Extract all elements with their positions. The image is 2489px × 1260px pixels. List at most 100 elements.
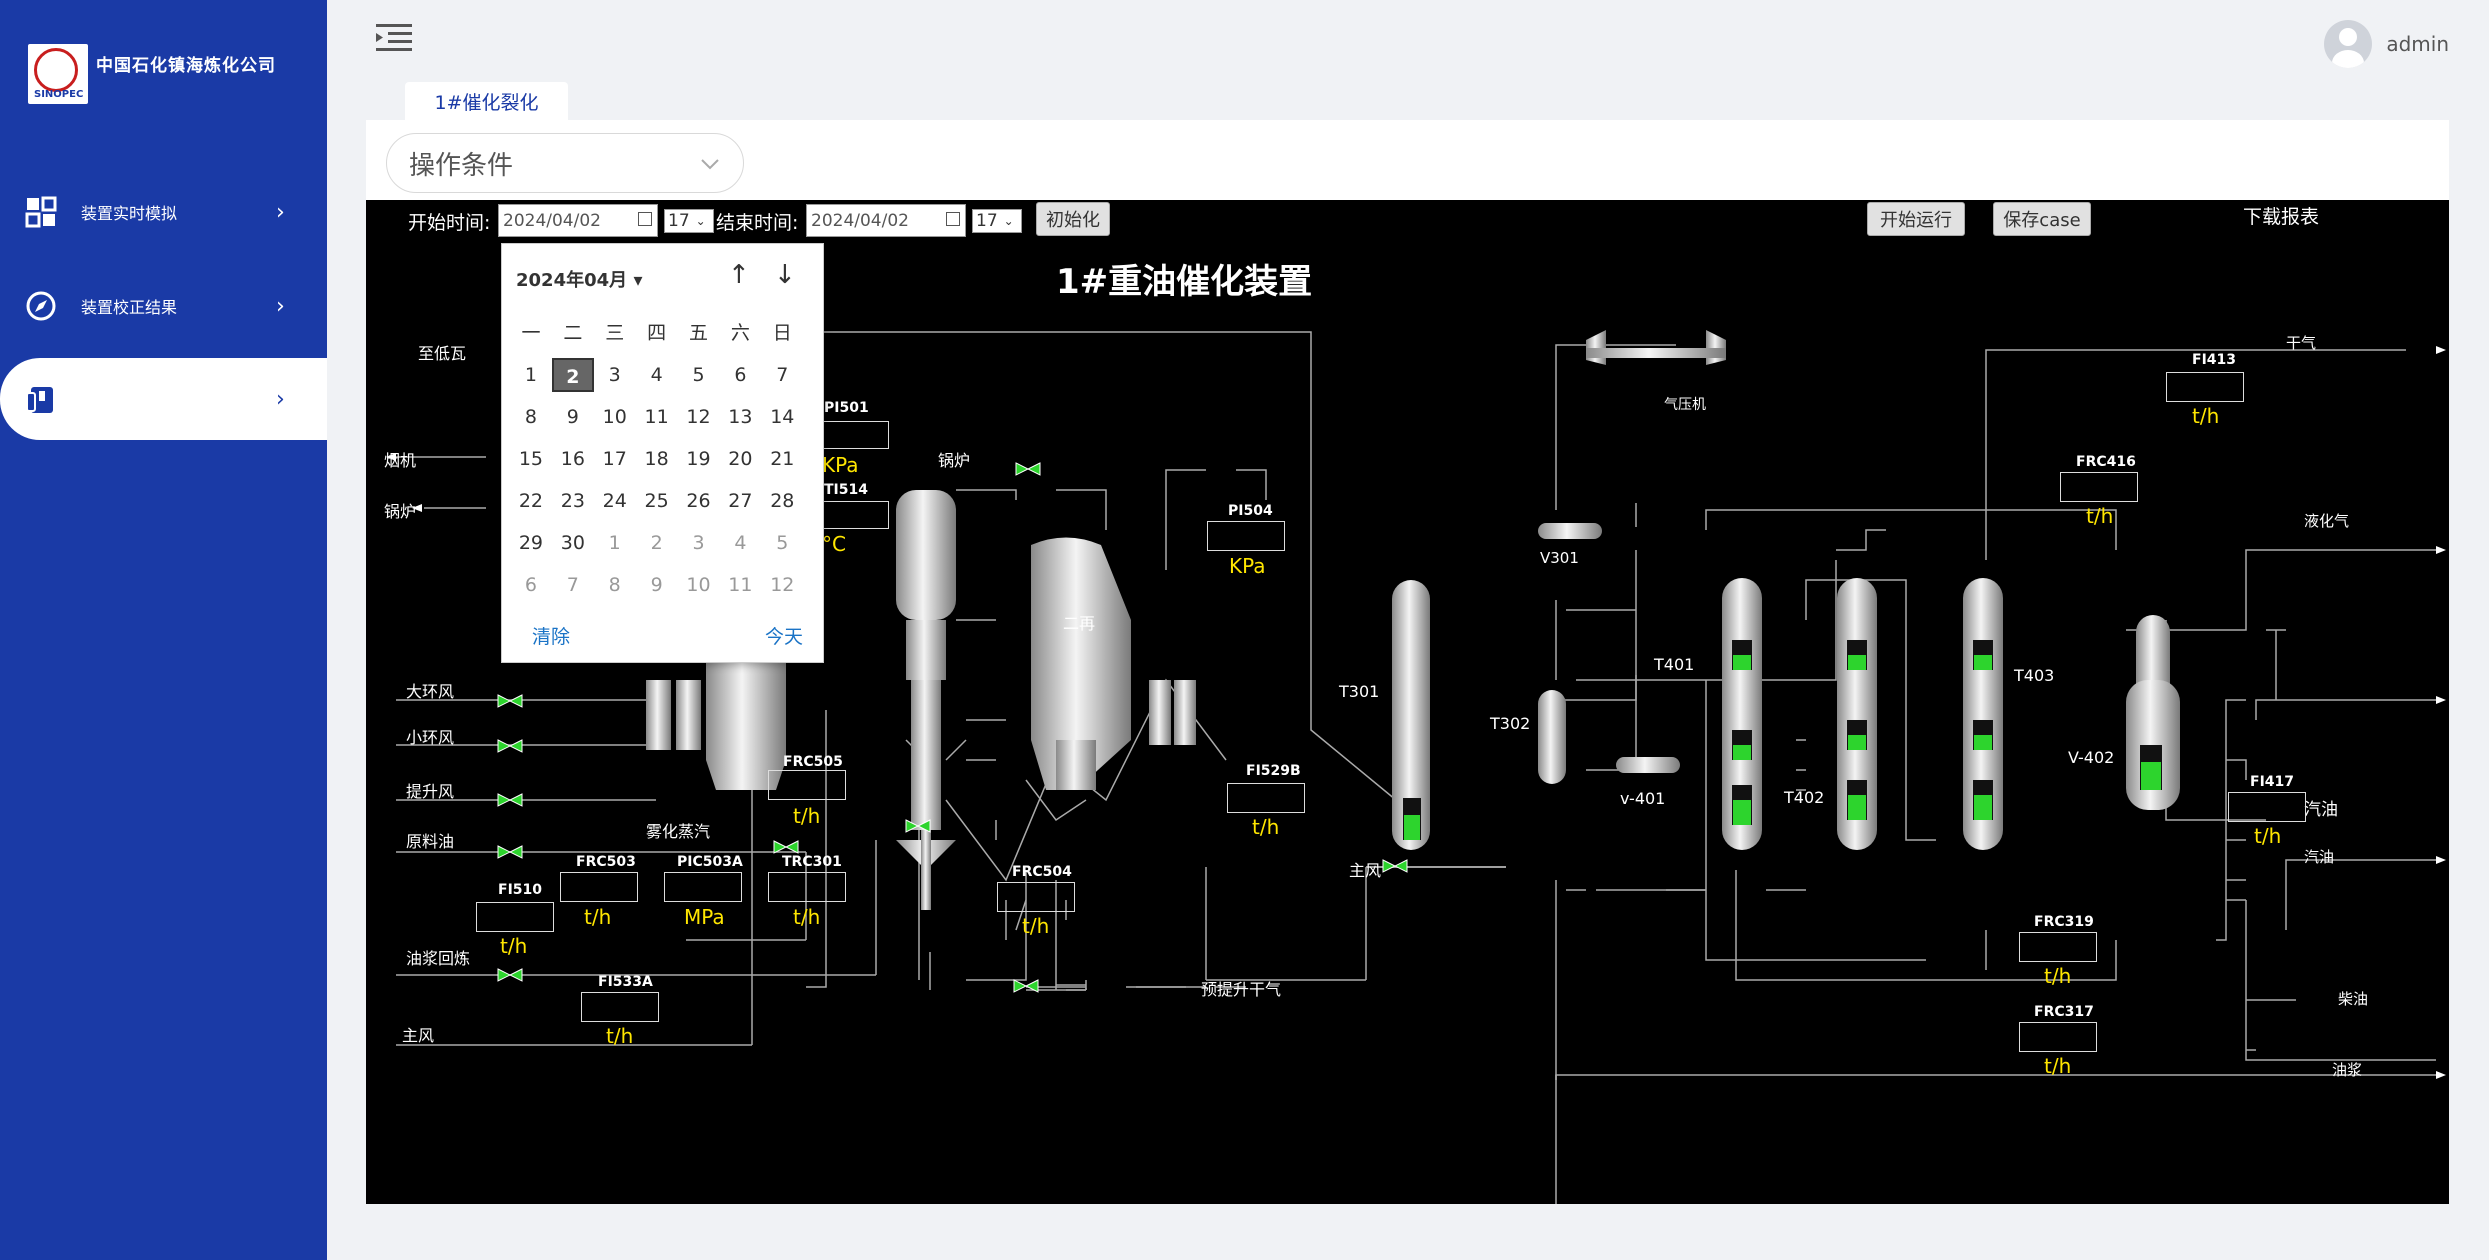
initialize-button[interactable]: 初始化 [1036, 202, 1110, 236]
calendar-day[interactable]: 12 [761, 568, 803, 602]
calendar-day[interactable]: 9 [636, 568, 678, 602]
calendar-day[interactable]: 17 [594, 442, 636, 476]
sidebar-item-realtime-simulation[interactable]: 装置实时模拟 › [0, 171, 327, 253]
calendar-day[interactable]: 6 [510, 568, 552, 602]
chevron-down-icon: ⌄ [695, 214, 706, 228]
label-zhufeng-mid: 主风 [1349, 861, 1382, 880]
calendar-day[interactable]: 7 [552, 568, 594, 602]
calendar-day[interactable]: 12 [678, 400, 720, 434]
value-box-FI529B[interactable] [1227, 783, 1305, 813]
calendar-day[interactable]: 2 [636, 526, 678, 560]
calendar-day[interactable]: 2 [551, 358, 594, 392]
calendar-day[interactable]: 4 [719, 526, 761, 560]
user-menu[interactable]: admin [2324, 20, 2449, 68]
calendar-day[interactable]: 8 [510, 400, 552, 434]
end-hour-select[interactable]: 17 ⌄ [972, 209, 1022, 233]
start-run-button[interactable]: 开始运行 [1867, 202, 1965, 236]
calendar-day[interactable]: 10 [678, 568, 720, 602]
calendar-day[interactable]: 21 [761, 442, 803, 476]
calendar-day[interactable]: 30 [552, 526, 594, 560]
logo-text: SINOPEC [34, 89, 84, 100]
chevron-right-icon: › [276, 386, 285, 412]
sidebar-item-calibration-results[interactable]: 装置校正结果 › [0, 265, 327, 347]
calendar-day[interactable]: 11 [719, 568, 761, 602]
calendar-day[interactable]: 6 [719, 358, 761, 392]
value-box-FRC503[interactable] [560, 872, 638, 902]
tab-1-fcc[interactable]: 1#催化裂化 [405, 82, 568, 120]
calendar-day[interactable]: 5 [678, 358, 720, 392]
calendar-day[interactable]: 1 [594, 526, 636, 560]
calendar-day[interactable]: 8 [594, 568, 636, 602]
value-box-FRC505[interactable] [768, 770, 846, 800]
value-box-FI413[interactable] [2166, 372, 2244, 402]
save-case-button[interactable]: 保存case [1993, 202, 2091, 236]
calendar-day[interactable]: 28 [761, 484, 803, 518]
download-report-link[interactable]: 下载报表 [2243, 202, 2319, 229]
value-box-FI533A[interactable] [581, 992, 659, 1022]
value-box-FRC504[interactable] [997, 882, 1075, 912]
arrow-up-icon[interactable]: ↑ [728, 260, 750, 290]
calendar-day[interactable]: 5 [761, 526, 803, 560]
unit-PI504: KPa [1229, 554, 1266, 578]
calendar-day[interactable]: 15 [510, 442, 552, 476]
calendar-day[interactable]: 7 [761, 358, 803, 392]
end-date-input[interactable]: 2024/04/02 [806, 204, 966, 237]
calendar-day[interactable]: 23 [552, 484, 594, 518]
calendar-day[interactable]: 20 [719, 442, 761, 476]
calendar-day[interactable]: 3 [678, 526, 720, 560]
tag-FRC319: FRC319 [2034, 914, 2094, 930]
calendar-day[interactable]: 9 [552, 400, 594, 434]
tag-FRC503: FRC503 [576, 854, 636, 870]
calendar-day[interactable]: 27 [719, 484, 761, 518]
arrow-down-icon[interactable]: ↓ [774, 260, 796, 290]
value-box-PI501[interactable] [819, 421, 889, 449]
value-box-PI504[interactable] [1207, 521, 1285, 551]
start-hour-value: 17 [668, 211, 690, 231]
calendar-day[interactable]: 1 [510, 358, 552, 392]
bookmark-icon [24, 382, 58, 416]
collapse-menu-icon[interactable] [376, 22, 412, 58]
value-box-FI417[interactable] [2228, 792, 2306, 822]
calendar-day[interactable]: 10 [594, 400, 636, 434]
value-box-TRC301[interactable] [768, 872, 846, 902]
value-box-FI510[interactable] [476, 902, 554, 932]
label-T302: T302 [1490, 714, 1531, 733]
calendar-day[interactable]: 11 [636, 400, 678, 434]
tag-FRC317: FRC317 [2034, 1004, 2094, 1020]
unit-FRC319: t/h [2044, 964, 2072, 988]
calendar-day[interactable]: 24 [594, 484, 636, 518]
calendar-day[interactable]: 13 [719, 400, 761, 434]
label-ganqi: 干气 [2286, 334, 2317, 352]
sidebar-item-performance-evaluation[interactable]: 装置性能评估 › [0, 358, 327, 440]
label-tishengfeng: 提升风 [406, 782, 455, 801]
calendar-day[interactable]: 26 [678, 484, 720, 518]
label-wuhuazhengqi: 雾化蒸汽 [646, 822, 711, 841]
clear-date-button[interactable]: 清除 [532, 622, 570, 649]
start-hour-select[interactable]: 17 ⌄ [664, 209, 714, 233]
value-box-FRC416[interactable] [2060, 472, 2138, 502]
calendar-day[interactable]: 3 [594, 358, 636, 392]
start-date-input[interactable]: 2024/04/02 [498, 204, 658, 237]
calendar-day[interactable]: 16 [552, 442, 594, 476]
sidebar-item-label: 装置校正结果 [81, 298, 178, 317]
start-date-value: 2024/04/02 [503, 210, 601, 231]
calendar-day[interactable]: 4 [636, 358, 678, 392]
label-T401: T401 [1654, 655, 1695, 674]
calendar-week-row: 29 30 1 2 3 4 5 [510, 526, 814, 560]
value-box-FRC317[interactable] [2019, 1022, 2097, 1052]
unit-FI533A: t/h [606, 1024, 634, 1048]
value-box-TI514[interactable] [819, 501, 889, 529]
value-box-FRC319[interactable] [2019, 932, 2097, 962]
value-box-PIC503A[interactable] [664, 872, 742, 902]
calendar-day[interactable]: 29 [510, 526, 552, 560]
calendar-day[interactable]: 25 [636, 484, 678, 518]
today-button[interactable]: 今天 [765, 622, 803, 649]
diagram-title: 1#重油催化装置 [1056, 262, 1313, 302]
weekday-label: 三 [605, 322, 625, 344]
calendar-day[interactable]: 19 [678, 442, 720, 476]
calendar-day[interactable]: 22 [510, 484, 552, 518]
calendar-month-header[interactable]: 2024年04月 ▾ [516, 266, 642, 292]
condition-select[interactable]: 操作条件 [386, 133, 744, 193]
calendar-day[interactable]: 18 [636, 442, 678, 476]
calendar-day[interactable]: 14 [761, 400, 803, 434]
